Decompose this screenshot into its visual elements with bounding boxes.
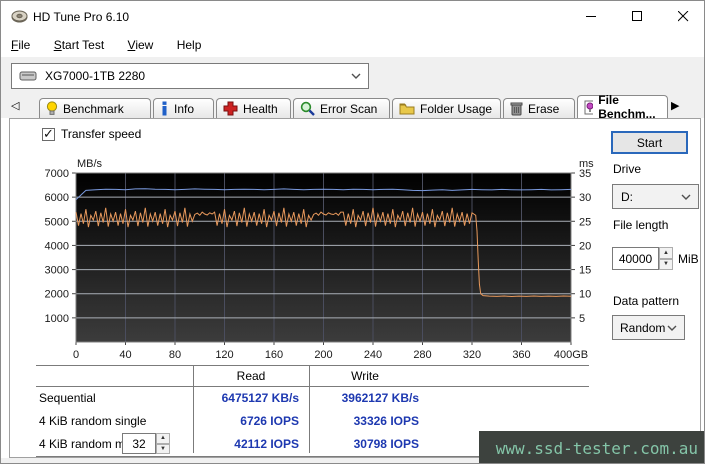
spin-down-button[interactable]: ▼ <box>156 444 170 455</box>
checkbox-checkmark: ✓ <box>43 126 54 142</box>
row-label-sequential: Sequential <box>39 391 96 405</box>
svg-text:20: 20 <box>579 240 591 252</box>
benchmark-chart: 0 40 80 120 160 200 240 280 320 360 400GB 1000 2000 3… <box>16 153 606 365</box>
svg-text:0: 0 <box>73 349 79 361</box>
transfer-speed-label: Transfer speed <box>61 127 141 141</box>
svg-text:320: 320 <box>463 349 481 361</box>
table-line-header <box>36 386 589 387</box>
svg-text:2000: 2000 <box>45 289 69 301</box>
svg-text:10: 10 <box>579 289 591 301</box>
folder-icon <box>399 102 415 115</box>
row-label-random-single: 4 KiB random single <box>39 414 146 428</box>
svg-text:25: 25 <box>579 216 591 228</box>
table-line-top <box>36 365 589 366</box>
lightbulb-icon <box>46 101 58 116</box>
svg-text:7000: 7000 <box>45 168 69 180</box>
svg-text:40: 40 <box>119 349 131 361</box>
spin-up-button[interactable]: ▲ <box>156 433 170 444</box>
tab-error-scan[interactable]: Error Scan <box>293 98 390 118</box>
file-benchmark-icon <box>584 100 593 115</box>
drive-selector[interactable]: XG7000-1TB 2280 <box>11 63 369 89</box>
svg-text:200: 200 <box>314 349 332 361</box>
drive-dropdown[interactable]: D: <box>612 184 699 209</box>
svg-text:240: 240 <box>364 349 382 361</box>
start-button[interactable]: Start <box>611 131 688 154</box>
sequential-write-value: 3962127 KB/s <box>301 391 419 405</box>
read-column-header: Read <box>193 369 309 383</box>
queue-depth-spinner: ▲ ▼ <box>156 433 170 454</box>
random-single-read-value: 6726 IOPS <box>187 414 299 428</box>
random-multi-write-value: 30798 IOPS <box>301 437 419 451</box>
tab-scroll-left[interactable]: ◁ <box>11 99 19 112</box>
maximize-icon <box>632 11 643 22</box>
svg-text:80: 80 <box>169 349 181 361</box>
sequential-read-value: 6475127 KB/s <box>187 391 299 405</box>
close-icon <box>678 11 689 22</box>
toolbar: XG7000-1TB 2280 87°F <box>1 57 704 95</box>
watermark: www.ssd-tester.com.au <box>479 431 705 464</box>
tab-scroll-right[interactable]: ▶ <box>671 99 679 112</box>
tab-benchmark[interactable]: Benchmark <box>39 98 151 118</box>
drive-dropdown-value: D: <box>621 190 633 204</box>
svg-text:6000: 6000 <box>45 192 69 204</box>
drive-selector-value: XG7000-1TB 2280 <box>45 69 145 83</box>
svg-text:400GB: 400GB <box>554 349 588 361</box>
trash-icon <box>510 101 523 116</box>
random-single-write-value: 33326 IOPS <box>301 414 419 428</box>
info-icon <box>160 101 169 116</box>
spin-up-button[interactable]: ▲ <box>659 247 673 259</box>
title-bar: HD Tune Pro 6.10 <box>1 1 704 33</box>
svg-text:MB/s: MB/s <box>77 158 103 170</box>
tab-health[interactable]: Health <box>216 98 291 118</box>
tab-strip: ◁ Benchmark Info Health Error Scan Folde… <box>1 95 704 118</box>
write-column-header: Write <box>309 369 421 383</box>
app-icon <box>11 9 28 25</box>
close-button[interactable] <box>660 1 705 32</box>
svg-text:ms: ms <box>579 158 594 170</box>
menu-file[interactable]: File <box>1 33 40 57</box>
minimize-button[interactable] <box>568 1 614 32</box>
svg-text:15: 15 <box>579 265 591 277</box>
tab-erase[interactable]: Erase <box>503 98 575 118</box>
file-length-input[interactable] <box>612 247 659 270</box>
svg-text:30: 30 <box>579 192 591 204</box>
svg-text:160: 160 <box>265 349 283 361</box>
spin-down-button[interactable]: ▼ <box>659 259 673 271</box>
chevron-down-icon <box>351 73 361 79</box>
menu-view[interactable]: View <box>118 33 164 57</box>
menu-bar: File Start Test View Help <box>1 33 704 57</box>
data-pattern-value: Random <box>620 321 665 335</box>
svg-text:280: 280 <box>413 349 431 361</box>
svg-text:360: 360 <box>512 349 530 361</box>
minimize-icon <box>586 11 597 22</box>
drive-label: Drive <box>613 162 641 176</box>
data-pattern-dropdown[interactable]: Random <box>612 315 685 340</box>
file-length-unit: MiB <box>678 252 699 266</box>
disk-icon <box>19 70 37 82</box>
menu-help[interactable]: Help <box>167 33 212 57</box>
svg-text:120: 120 <box>215 349 233 361</box>
window-title: HD Tune Pro 6.10 <box>33 10 129 24</box>
hd-tune-window: HD Tune Pro 6.10 File Start Test View He… <box>0 0 705 464</box>
random-multi-read-value: 42112 IOPS <box>187 437 299 451</box>
tab-info[interactable]: Info <box>153 98 214 118</box>
file-length-spinner: ▲ ▼ <box>659 247 673 270</box>
chevron-down-icon <box>681 194 691 200</box>
magnifier-icon <box>300 101 315 116</box>
transfer-speed-checkbox[interactable]: ✓ <box>42 128 55 141</box>
maximize-button[interactable] <box>614 1 660 32</box>
chevron-down-icon <box>667 325 677 331</box>
svg-text:5000: 5000 <box>45 216 69 228</box>
svg-text:5: 5 <box>579 313 585 325</box>
tab-file-benchmark[interactable]: File Benchm... <box>577 95 668 118</box>
tab-folder-usage[interactable]: Folder Usage <box>392 98 501 118</box>
health-cross-icon <box>223 101 238 116</box>
data-pattern-label: Data pattern <box>613 294 679 308</box>
queue-depth-input[interactable] <box>122 433 156 454</box>
svg-text:1000: 1000 <box>45 313 69 325</box>
file-length-label: File length <box>613 218 668 232</box>
svg-text:3000: 3000 <box>45 265 69 277</box>
svg-text:4000: 4000 <box>45 240 69 252</box>
menu-start-test[interactable]: Start Test <box>44 33 114 57</box>
